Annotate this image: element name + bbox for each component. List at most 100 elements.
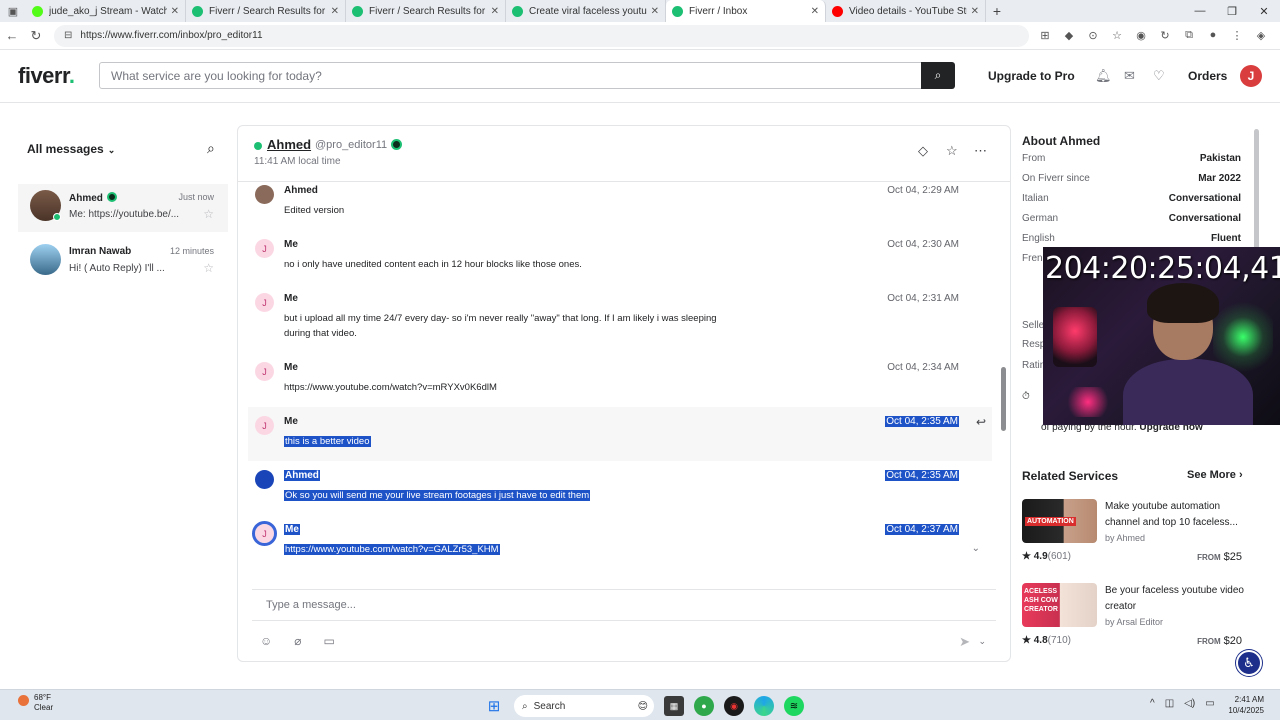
network-icon[interactable]: ◫ [1165, 698, 1174, 709]
volume-icon[interactable]: ◁) [1184, 698, 1195, 709]
refresh-extension-icon[interactable]: ↻ [1157, 29, 1173, 42]
chevron-down-icon[interactable]: ⌄ [978, 636, 986, 647]
search-button[interactable]: ⌕ [921, 62, 955, 89]
browser-tab[interactable]: Fiverr / Search Results for 'youtub... ✕ [186, 0, 346, 22]
scrollbar[interactable] [1001, 185, 1006, 577]
close-icon[interactable]: ✕ [331, 6, 339, 17]
profile-icon[interactable]: ● [1205, 29, 1221, 42]
verified-badge-icon [106, 192, 117, 202]
new-tab-button[interactable]: + [986, 3, 1008, 19]
browser-tab[interactable]: Video details - YouTube Studio ✕ [826, 0, 986, 22]
fiverr-logo[interactable]: fiverr. [18, 63, 75, 89]
video-call-icon[interactable]: ▭ [324, 634, 335, 648]
browser-tab[interactable]: jude_ako_j Stream - Watch Live o... ✕ [26, 0, 186, 22]
browser-tab-active[interactable]: Fiverr / Inbox ✕ [666, 0, 826, 22]
see-more-link[interactable]: See More › [1187, 469, 1243, 481]
search-input[interactable]: What service are you looking for today? [99, 62, 922, 89]
install-icon[interactable]: ⊞ [1037, 29, 1053, 42]
copilot-icon[interactable]: ◈ [1253, 29, 1269, 42]
minimize-icon[interactable]: — [1184, 0, 1216, 22]
star-icon[interactable]: ☆ [946, 143, 958, 159]
star-icon[interactable]: ☆ [203, 261, 214, 275]
weather-icon [18, 695, 29, 706]
reload-icon[interactable]: ↻ [24, 28, 48, 44]
close-icon[interactable]: ✕ [971, 6, 979, 17]
service-price: FROM $25 [1197, 551, 1242, 563]
related-services-title: Related Services [1022, 469, 1119, 483]
bell-icon[interactable]: 🔔︎ [1095, 68, 1112, 84]
mail-icon[interactable]: ✉ [1124, 68, 1135, 84]
extension-icon[interactable]: ◆ [1061, 29, 1077, 42]
bookmark-star-icon[interactable]: ☆ [1109, 29, 1125, 42]
avatar: J [255, 416, 274, 435]
send-icon[interactable]: ➤ [959, 634, 970, 650]
service-thumbnail[interactable]: AUTOMATION [1022, 499, 1097, 543]
taskbar-search[interactable]: ⌕ Search 😊︎ [514, 695, 654, 717]
menu-dots-icon[interactable]: ⋮ [1229, 29, 1245, 42]
close-icon[interactable]: ✕ [811, 6, 819, 17]
service-title[interactable]: Make youtube automation channel and top … [1105, 499, 1245, 531]
extensions-puzzle-icon[interactable]: ⧉ [1181, 29, 1197, 42]
url-field[interactable]: ⊟ https://www.fiverr.com/inbox/pro_editor… [54, 24, 1029, 47]
clock-date: 10/4/2025 [1228, 706, 1264, 715]
star-icon[interactable]: ☆ [203, 207, 214, 221]
obs-icon[interactable]: ◉ [724, 696, 744, 716]
avatar: J [255, 362, 274, 381]
close-icon[interactable]: ✕ [651, 6, 659, 17]
message-input[interactable]: Type a message... [252, 589, 996, 621]
label-tag-icon[interactable]: ◇ [918, 143, 928, 159]
browser-tabbar: ▣ jude_ako_j Stream - Watch Live o... ✕ F… [0, 0, 1280, 22]
site-info-icon[interactable]: ⊟ [64, 30, 72, 41]
attachment-icon[interactable]: ⌀ [294, 634, 301, 648]
edge-browser-icon[interactable] [754, 696, 774, 716]
back-icon[interactable]: ← [0, 28, 24, 43]
extension-icon[interactable]: ◉ [1133, 29, 1149, 42]
scrollbar-thumb[interactable] [1001, 367, 1006, 431]
search-icon: ⌕ [934, 68, 942, 82]
search-icon[interactable]: ⌕ [207, 140, 215, 157]
service-title[interactable]: Be your faceless youtube video creator [1105, 583, 1245, 615]
address-bar: ← ↻ ⊟ https://www.fiverr.com/inbox/pro_ed… [0, 22, 1280, 50]
scroll-down-chevron-icon[interactable]: ⌄ [972, 543, 980, 554]
taskbar-search-label: Search [533, 700, 566, 712]
contact-name-link[interactable]: Ahmed [267, 137, 311, 152]
close-window-icon[interactable]: ✕ [1248, 0, 1280, 22]
service-thumbnail[interactable]: ACELESS ASH COW CREATOR [1022, 583, 1097, 627]
heart-icon[interactable]: ♡ [1153, 68, 1165, 84]
weather-temp: 68°F [34, 693, 51, 702]
service-card[interactable]: AUTOMATION Make youtube automation chann… [1022, 499, 1242, 575]
task-view-icon[interactable]: ▦ [664, 696, 684, 716]
conversation-item[interactable]: Ahmed Just now Me: https://youtube.be/..… [18, 184, 228, 232]
conversation-item[interactable]: Imran Nawab 12 minutes Hi! ( Auto Reply)… [18, 238, 228, 286]
message-link[interactable]: https://www.youtube.com/watch?v=GALZr53_… [284, 544, 500, 555]
verified-badge-icon [391, 139, 402, 150]
avatar[interactable]: J [1240, 65, 1262, 87]
tab-title: jude_ako_j Stream - Watch Live o... [49, 5, 167, 17]
emoji-icon[interactable]: ☺ [260, 634, 272, 648]
windows-start-icon[interactable]: ⊞ [484, 696, 504, 716]
spotify-icon[interactable]: ≋ [784, 696, 804, 716]
upgrade-to-pro-link[interactable]: Upgrade to Pro [988, 69, 1075, 83]
online-indicator [254, 142, 262, 150]
more-options-icon[interactable]: ⋯ [974, 143, 987, 159]
share-icon[interactable]: ⊙ [1085, 29, 1101, 42]
close-icon[interactable]: ✕ [171, 6, 179, 17]
close-icon[interactable]: ✕ [491, 6, 499, 17]
conversation-preview: Hi! ( Auto Reply) I'll ... [69, 263, 165, 274]
system-clock[interactable]: 2:41 AM 10/4/2025 [1228, 694, 1264, 716]
app-icon[interactable]: ● [694, 696, 714, 716]
reply-icon[interactable]: ↩ [976, 415, 986, 429]
maximize-icon[interactable]: ❐ [1216, 0, 1248, 22]
window-menu-icon[interactable]: ▣ [0, 0, 26, 22]
orders-link[interactable]: Orders [1188, 69, 1227, 83]
all-messages-dropdown[interactable]: All messages ⌄ [27, 142, 115, 156]
accessibility-icon[interactable]: ♿︎ [1236, 650, 1262, 676]
battery-icon[interactable]: ▭ [1205, 698, 1214, 709]
browser-tab[interactable]: Create viral faceless youtube vide... ✕ [506, 0, 666, 22]
browser-tab[interactable]: Fiverr / Search Results for 'make a... ✕ [346, 0, 506, 22]
tray-chevron-icon[interactable]: ^ [1150, 698, 1155, 709]
message-link[interactable]: https://www.youtube.com/watch?v=mRYXv0K6… [284, 382, 497, 393]
scrollbar-thumb[interactable] [1254, 129, 1259, 249]
service-card[interactable]: ACELESS ASH COW CREATOR Be your faceless… [1022, 583, 1245, 659]
conversation-name: Imran Nawab [69, 246, 132, 257]
